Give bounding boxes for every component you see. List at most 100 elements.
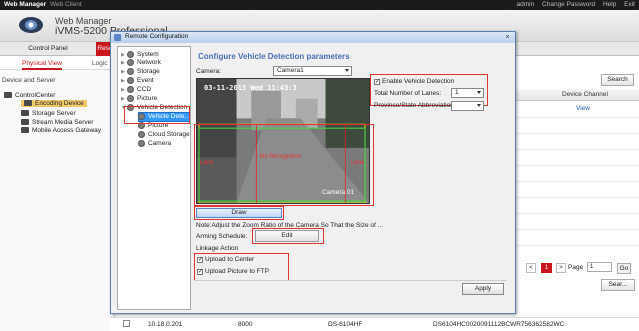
row-divider <box>516 229 639 230</box>
tree-item-storage-server[interactable]: Storage Server <box>21 110 76 117</box>
dialog-icon <box>114 34 121 41</box>
gateway-icon <box>21 127 29 134</box>
gear-icon <box>127 59 134 66</box>
web-client-link[interactable]: Web Client <box>50 0 82 10</box>
tab-logical-view[interactable]: Logic <box>92 57 108 70</box>
tree-item-label: Network <box>137 59 161 67</box>
search-button[interactable]: Search <box>601 74 634 86</box>
chevron-down-icon <box>345 69 349 72</box>
tree-item-label: Storage Server <box>32 110 76 117</box>
view-link[interactable]: View <box>576 105 590 112</box>
gear-icon <box>127 95 134 102</box>
linkage-action-label: Linkage Action <box>196 245 239 252</box>
prev-page-button[interactable]: < <box>526 263 536 273</box>
tree-item-system[interactable]: ▶ System <box>121 51 159 58</box>
exit-link[interactable]: Exit <box>624 1 635 8</box>
config-title: Configure Vehicle Detection parameters <box>198 52 350 61</box>
highlight-box <box>194 124 374 206</box>
cell-serial: DS6104HC0020091112BCWR756362582WC <box>433 321 565 328</box>
tree-item-label: Stream Media Server <box>32 119 94 126</box>
tree-item-network[interactable]: ▶ Network <box>121 59 161 66</box>
cell-model: DS-6104HF <box>328 321 363 328</box>
row-divider <box>516 245 639 246</box>
province-select[interactable] <box>451 101 484 111</box>
brand-label: Web Manager <box>4 1 47 8</box>
stream-icon <box>21 119 29 126</box>
dialog-title: Remote Configuration <box>125 33 189 40</box>
help-link[interactable]: Help <box>603 1 616 8</box>
highlight-box <box>124 106 190 124</box>
gear-icon <box>138 140 145 147</box>
highlight-box <box>252 228 324 244</box>
tree-item-encoding-device[interactable]: Encoding Device <box>21 100 87 107</box>
lanes-select[interactable]: 1 <box>451 88 484 98</box>
gear-icon <box>127 77 134 84</box>
cell-port: 8000 <box>238 321 253 328</box>
divider <box>194 280 507 281</box>
enable-vehicle-detection-checkbox[interactable]: ✓ <box>374 79 380 85</box>
tree-item-label: Event <box>137 77 154 85</box>
tree-item-cloud-storage[interactable]: Cloud Storage <box>138 131 190 138</box>
tree-item-label: Camera <box>148 140 172 148</box>
gear-icon <box>138 131 145 138</box>
admin-link[interactable]: admin <box>517 1 535 8</box>
tree-item-stream-media[interactable]: Stream Media Server <box>21 119 93 126</box>
camera-select[interactable]: Camera1 <box>273 66 352 76</box>
server-icon <box>4 92 12 99</box>
top-bar: Web Manager Web Client admin Change Pass… <box>0 0 639 10</box>
lanes-label: Total Number of Lanes: <box>374 90 442 97</box>
search-button-secondary[interactable]: Sear... <box>601 279 635 291</box>
left-panel-title: Device and Server <box>2 77 56 84</box>
page-label: Page <box>568 264 584 271</box>
tree-item-camera[interactable]: Camera <box>138 140 171 147</box>
sub-nav: Physical View Logic <box>0 57 115 70</box>
tree-item-storage[interactable]: ▶ Storage <box>121 68 160 75</box>
video-timestamp: 03-11-2015 Wed 11:43:3 <box>204 84 297 92</box>
arming-schedule-label: Arming Schedule: <box>196 233 248 240</box>
tree-item-label: Encoding Device <box>35 100 84 107</box>
logo-icon <box>19 17 43 33</box>
chevron-down-icon <box>477 104 481 107</box>
column-header-device-channel[interactable]: Device Channel <box>562 91 608 98</box>
top-bar-actions: admin Change Password Help Exit <box>511 0 636 10</box>
tree-item-event[interactable]: ▶ Event <box>121 77 154 84</box>
gear-icon <box>127 68 134 75</box>
highlight-box <box>194 206 284 220</box>
highlight-box <box>194 253 289 281</box>
tree-root[interactable]: ControlCenter <box>4 92 55 99</box>
enable-vehicle-detection-label: Enable Vehicle Detection <box>382 78 455 85</box>
change-password-link[interactable]: Change Password <box>542 1 595 8</box>
camera-icon <box>24 100 32 107</box>
tree-item-mobile-gateway[interactable]: Mobile Access Gateway <box>21 127 101 134</box>
row-divider <box>516 165 639 166</box>
tree-item-label: CCD <box>137 86 152 94</box>
gear-icon <box>127 86 134 93</box>
tree-item-ccd[interactable]: ▶ CCD <box>121 86 151 93</box>
cell-ip: 10.18.0.201 <box>148 321 183 328</box>
row-divider <box>516 149 639 150</box>
tab-control-panel[interactable]: Control Panel <box>0 42 96 56</box>
tree-item-picture[interactable]: ▶ Picture <box>121 95 157 102</box>
storage-icon <box>21 110 29 117</box>
row-divider <box>516 181 639 182</box>
next-page-button[interactable]: > <box>556 263 566 273</box>
camera-label: Camera: <box>196 68 221 75</box>
row-divider <box>516 197 639 198</box>
lanes-select-value: 1 <box>455 89 459 96</box>
province-label: Province/State Abbreviation: <box>374 102 456 109</box>
tree-item-label: System <box>137 51 159 59</box>
tree-item-label: Storage <box>137 68 160 76</box>
tree-root-label: ControlCenter <box>15 92 56 99</box>
tree-item-label: Picture <box>137 95 158 103</box>
apply-button[interactable]: Apply <box>462 283 504 295</box>
current-page[interactable]: 1 <box>541 263 552 273</box>
row-divider <box>516 213 639 214</box>
tab-physical-view[interactable]: Physical View <box>22 57 62 70</box>
gear-icon <box>127 51 134 58</box>
row-checkbox[interactable] <box>123 320 130 327</box>
close-icon[interactable]: × <box>502 33 513 42</box>
page-input[interactable]: 1 <box>587 262 612 272</box>
tree-item-label: Mobile Access Gateway <box>32 127 102 134</box>
chevron-down-icon <box>477 91 481 94</box>
go-button[interactable]: Go <box>617 263 631 274</box>
